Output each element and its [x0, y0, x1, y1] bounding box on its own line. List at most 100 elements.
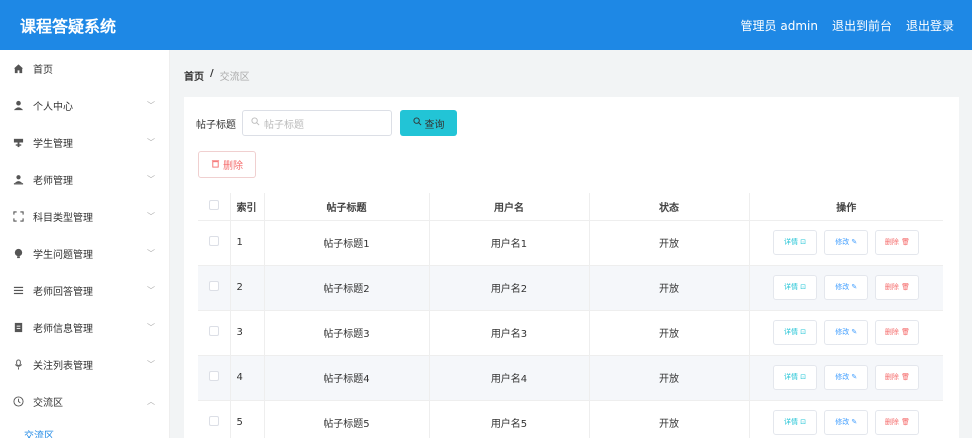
chevron-up-icon: ︿	[147, 397, 155, 406]
row-checkbox[interactable]	[198, 220, 231, 266]
row-title: 帖子标题5	[264, 400, 430, 438]
content-panel: 帖子标题 帖子标题 查询 删除 索引 帖子标题 用户名 状态 操作 1 帖子标题…	[184, 97, 959, 438]
breadcrumb-home[interactable]: 首页	[184, 68, 204, 83]
table-row: 1 帖子标题1 用户名1 开放 详情 ⊡ 修改 ✎ 删除 🗑	[198, 220, 943, 266]
search-icon	[251, 117, 260, 129]
sidebar-item-label: 老师信息管理	[33, 324, 93, 335]
detail-button[interactable]: 详情 ⊡	[773, 320, 818, 345]
edit-button[interactable]: 修改 ✎	[824, 230, 869, 255]
sidebar-item-follow-list-management[interactable]: 关注列表管理 ﹀	[0, 346, 169, 383]
batch-delete-button[interactable]: 删除	[198, 151, 256, 178]
sidebar-item-forum[interactable]: 交流区 ︿	[0, 383, 169, 420]
main-content: 首页 / 交流区 帖子标题 帖子标题 查询 删除 索引 帖子标题 用户名 状态 …	[170, 50, 972, 438]
table-row: 3 帖子标题3 用户名3 开放 详情 ⊡ 修改 ✎ 删除 🗑	[198, 310, 943, 356]
chevron-down-icon: ﹀	[147, 101, 155, 110]
delete-button[interactable]: 删除 🗑	[875, 320, 920, 345]
column-header-username: 用户名	[429, 193, 590, 221]
breadcrumb: 首页 / 交流区	[184, 68, 250, 83]
chevron-down-icon: ﹀	[147, 286, 155, 295]
delete-button[interactable]: 删除 🗑	[875, 365, 920, 390]
search-label: 帖子标题	[196, 119, 236, 131]
chevron-down-icon: ﹀	[147, 360, 155, 369]
table-header-row: 索引 帖子标题 用户名 状态 操作	[198, 193, 943, 221]
sidebar-item-subject-type-management[interactable]: 科目类型管理 ﹀	[0, 198, 169, 235]
edit-button[interactable]: 修改 ✎	[824, 275, 869, 300]
batch-delete-label: 删除	[223, 161, 243, 172]
sidebar-item-student-question-management[interactable]: 学生问题管理 ﹀	[0, 235, 169, 272]
search-input[interactable]: 帖子标题	[242, 110, 392, 136]
user-icon	[12, 100, 24, 112]
edit-button[interactable]: 修改 ✎	[824, 365, 869, 390]
row-username: 用户名4	[429, 355, 590, 401]
sidebar-subitem-forum[interactable]: 交流区	[0, 420, 169, 438]
sidebar-item-teacher-management[interactable]: 老师管理 ﹀	[0, 161, 169, 198]
sidebar-item-teacher-answer-management[interactable]: 老师回答管理 ﹀	[0, 272, 169, 309]
sidebar-item-label: 关注列表管理	[33, 361, 93, 372]
column-header-status: 状态	[589, 193, 750, 221]
mic-icon	[12, 359, 24, 371]
chevron-down-icon: ﹀	[147, 249, 155, 258]
sidebar-item-teacher-info-management[interactable]: 老师信息管理 ﹀	[0, 309, 169, 346]
row-checkbox[interactable]	[198, 265, 231, 311]
sidebar-item-label: 个人中心	[33, 102, 73, 113]
row-actions: 详情 ⊡ 修改 ✎ 删除 🗑	[749, 310, 943, 356]
row-actions: 详情 ⊡ 修改 ✎ 删除 🗑	[749, 265, 943, 311]
select-all-checkbox[interactable]	[198, 193, 231, 221]
student-icon	[12, 137, 24, 149]
chevron-down-icon: ﹀	[147, 175, 155, 184]
row-title: 帖子标题1	[264, 220, 430, 266]
row-actions: 详情 ⊡ 修改 ✎ 删除 🗑	[749, 400, 943, 438]
edit-button[interactable]: 修改 ✎	[824, 320, 869, 345]
chevron-down-icon: ﹀	[147, 323, 155, 332]
detail-button[interactable]: 详情 ⊡	[773, 365, 818, 390]
row-checkbox[interactable]	[198, 400, 231, 438]
column-header-index: 索引	[230, 193, 265, 221]
sidebar: 首页 个人中心 ﹀ 学生管理 ﹀ 老师管理 ﹀ 科目类型管理 ﹀ 学生问题管理 …	[0, 50, 170, 438]
top-header: 课程答疑系统 管理员 admin 退出到前台 退出登录	[0, 0, 972, 50]
row-title: 帖子标题3	[264, 310, 430, 356]
sidebar-item-personal-center[interactable]: 个人中心 ﹀	[0, 87, 169, 124]
delete-button[interactable]: 删除 🗑	[875, 410, 920, 435]
detail-button[interactable]: 详情 ⊡	[773, 275, 818, 300]
detail-button[interactable]: 详情 ⊡	[773, 230, 818, 255]
post-table: 索引 帖子标题 用户名 状态 操作 1 帖子标题1 用户名1 开放 详情 ⊡ 修…	[198, 193, 943, 438]
table-row: 2 帖子标题2 用户名2 开放 详情 ⊡ 修改 ✎ 删除 🗑	[198, 265, 943, 311]
sidebar-item-label: 科目类型管理	[33, 213, 93, 224]
row-username: 用户名1	[429, 220, 590, 266]
sidebar-item-label: 老师管理	[33, 176, 73, 187]
sidebar-item-label: 首页	[33, 65, 53, 76]
column-header-title: 帖子标题	[264, 193, 430, 221]
category-icon	[12, 211, 24, 223]
row-index: 1	[230, 220, 265, 266]
column-header-actions: 操作	[749, 193, 943, 221]
sidebar-item-home[interactable]: 首页	[0, 50, 169, 87]
home-icon	[12, 63, 24, 75]
breadcrumb-separator: /	[210, 68, 214, 79]
row-title: 帖子标题2	[264, 265, 430, 311]
search-icon	[412, 117, 422, 129]
row-status: 开放	[589, 310, 750, 356]
sidebar-item-student-management[interactable]: 学生管理 ﹀	[0, 124, 169, 161]
logout-link[interactable]: 退出登录	[906, 17, 954, 34]
row-status: 开放	[589, 265, 750, 311]
chevron-down-icon: ﹀	[147, 212, 155, 221]
row-checkbox[interactable]	[198, 355, 231, 401]
row-username: 用户名3	[429, 310, 590, 356]
table-row: 5 帖子标题5 用户名5 开放 详情 ⊡ 修改 ✎ 删除 🗑	[198, 400, 943, 438]
row-index: 3	[230, 310, 265, 356]
row-actions: 详情 ⊡ 修改 ✎ 删除 🗑	[749, 220, 943, 266]
edit-button[interactable]: 修改 ✎	[824, 410, 869, 435]
row-checkbox[interactable]	[198, 310, 231, 356]
breadcrumb-current: 交流区	[219, 72, 250, 83]
detail-button[interactable]: 详情 ⊡	[773, 410, 818, 435]
exit-to-front-link[interactable]: 退出到前台	[832, 17, 892, 34]
sidebar-item-label: 学生问题管理	[33, 250, 93, 261]
sidebar-item-label: 学生管理	[33, 139, 73, 150]
delete-button[interactable]: 删除 🗑	[875, 275, 920, 300]
admin-label: 管理员 admin	[740, 18, 818, 33]
clock-icon	[12, 396, 24, 408]
sidebar-item-label: 老师回答管理	[33, 287, 93, 298]
query-button[interactable]: 查询	[400, 110, 457, 136]
delete-button[interactable]: 删除 🗑	[875, 230, 920, 255]
search-placeholder: 帖子标题	[264, 119, 304, 131]
